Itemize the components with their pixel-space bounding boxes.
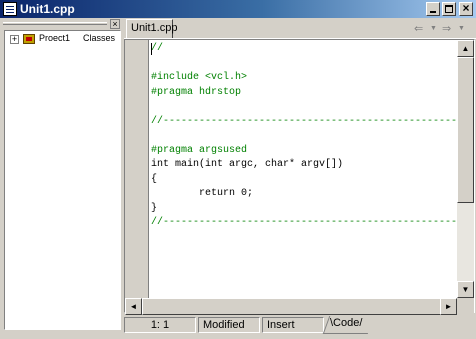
tab-label: Unit1.cpp bbox=[131, 22, 178, 34]
window-title: Unit1.cpp bbox=[20, 2, 75, 16]
close-button[interactable]: × bbox=[459, 1, 473, 16]
vertical-scrollbar[interactable]: ▲ ▼ bbox=[457, 40, 474, 298]
scroll-left-button[interactable]: ◄ bbox=[125, 298, 142, 315]
expand-icon[interactable]: + bbox=[10, 35, 19, 44]
insert-mode-indicator: Insert bbox=[262, 317, 324, 333]
vertical-scroll-thumb[interactable] bbox=[457, 57, 474, 203]
code-line[interactable]: #include <vcl.h> bbox=[151, 71, 457, 86]
tree-item-classes[interactable]: Classes bbox=[83, 33, 115, 43]
code-line[interactable]: //--------------------------------------… bbox=[151, 115, 457, 130]
code-line[interactable]: } bbox=[151, 202, 457, 217]
project-icon bbox=[23, 34, 35, 44]
maximize-button[interactable] bbox=[442, 2, 456, 16]
scroll-down-button[interactable]: ▼ bbox=[457, 281, 474, 298]
horizontal-scrollbar[interactable]: ◄ ► bbox=[125, 298, 457, 315]
tree-item-project[interactable]: Proect1 bbox=[39, 33, 70, 43]
maximize-icon bbox=[445, 5, 453, 13]
code-line[interactable]: #pragma hdrstop bbox=[151, 86, 457, 101]
code-line[interactable]: int main(int argc, char* argv[]) bbox=[151, 158, 457, 173]
minimize-button[interactable] bbox=[426, 2, 440, 16]
code-tab-label: \Code/ bbox=[330, 317, 363, 329]
editor-gutter[interactable] bbox=[125, 40, 149, 298]
close-icon: × bbox=[462, 1, 470, 15]
code-line[interactable]: // bbox=[151, 42, 457, 57]
code-area[interactable]: // #include <vcl.h> #pragma hdrstop //-----… bbox=[151, 42, 457, 298]
tab-code[interactable]: \Code/ bbox=[328, 317, 366, 333]
cursor-position: 1: 1 bbox=[124, 317, 196, 333]
back-arrow-icon[interactable]: ⇐ bbox=[414, 22, 423, 35]
text-caret bbox=[151, 43, 152, 55]
code-line[interactable]: //--------------------------------------… bbox=[151, 216, 457, 231]
title-bar: Unit1.cpp × bbox=[0, 0, 476, 18]
class-tree[interactable]: + Proect1 Classes bbox=[4, 30, 121, 330]
scrollbar-corner bbox=[457, 298, 474, 315]
code-line[interactable] bbox=[151, 57, 457, 72]
pane-grip[interactable] bbox=[3, 22, 107, 25]
code-editor[interactable]: // #include <vcl.h> #pragma hdrstop //-----… bbox=[124, 39, 475, 313]
code-line[interactable] bbox=[151, 100, 457, 115]
status-bar: 1: 1 Modified Insert \Code/ bbox=[124, 316, 476, 334]
code-line[interactable]: { bbox=[151, 173, 457, 188]
pane-close-button[interactable]: × bbox=[110, 19, 120, 29]
scroll-right-button[interactable]: ► bbox=[440, 298, 457, 315]
code-line[interactable] bbox=[151, 129, 457, 144]
minimize-icon bbox=[430, 11, 436, 13]
code-line[interactable]: #pragma argsused bbox=[151, 144, 457, 159]
scroll-up-button[interactable]: ▲ bbox=[457, 40, 474, 57]
modified-indicator: Modified bbox=[198, 317, 260, 333]
forward-arrow-icon[interactable]: ⇒ bbox=[442, 22, 451, 35]
horizontal-scroll-thumb[interactable] bbox=[142, 298, 445, 315]
forward-dropdown-icon[interactable]: ▼ bbox=[458, 25, 465, 32]
cpp-file-icon[interactable] bbox=[3, 2, 17, 16]
tab-unit1-cpp[interactable]: Unit1.cpp bbox=[126, 19, 177, 38]
code-line[interactable]: return 0; bbox=[151, 187, 457, 202]
back-dropdown-icon[interactable]: ▼ bbox=[430, 25, 437, 32]
